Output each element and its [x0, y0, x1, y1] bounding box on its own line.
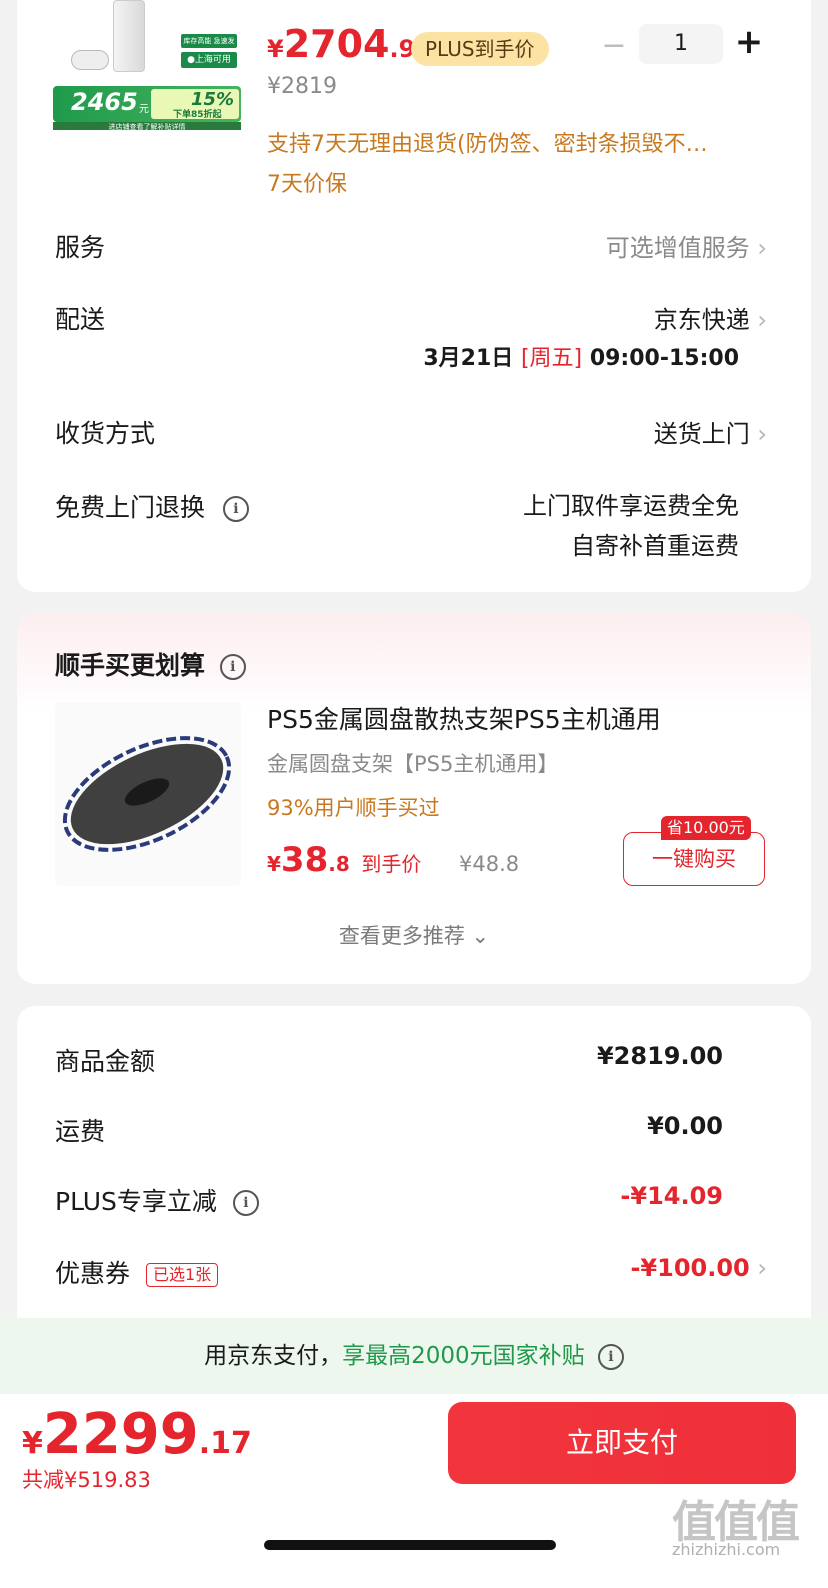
- currency-symbol: ¥: [267, 35, 284, 63]
- addon-buy-button[interactable]: 一键购买: [623, 832, 765, 886]
- stand-illustration: [62, 736, 232, 852]
- summary-card: 商品金额 ¥2819.00 运费 ¥0.00 PLUS专享立减 i -¥14.0…: [17, 1006, 811, 1336]
- info-icon: i: [597, 1343, 624, 1370]
- coupon-row[interactable]: -¥100.00 ›: [630, 1254, 767, 1282]
- product-card: 库存高能 急速发货 ●上海可用 2465 元 15% 下单85折起 进店铺查看了…: [17, 0, 811, 592]
- addon-more-link[interactable]: 查看更多推荐 ⌄: [17, 920, 811, 950]
- total-price: ¥2299.17: [22, 1402, 252, 1467]
- chevron-right-icon: ›: [757, 234, 767, 262]
- addon-image[interactable]: [55, 702, 241, 886]
- thumb-tag-stock: 库存高能 急速发货: [181, 34, 237, 59]
- shipping-label: 运费: [55, 1117, 106, 1146]
- total-saved: 共减¥519.83: [22, 1468, 151, 1492]
- addon-price-dec: .8: [328, 852, 350, 876]
- chevron-right-icon: ›: [757, 306, 767, 334]
- addon-spec: 金属圆盘支架【PS5主机通用】: [267, 752, 559, 776]
- coupon-label: 优惠券 已选1张: [55, 1254, 219, 1290]
- chevron-right-icon: ›: [757, 1254, 767, 1282]
- delivery-time: 3月21日 [周五] 09:00-15:00: [423, 340, 739, 372]
- original-price: ¥2819: [267, 74, 337, 99]
- qty-minus-button[interactable]: −: [599, 28, 629, 63]
- total-currency: ¥: [22, 1426, 43, 1461]
- addon-name[interactable]: PS5金属圆盘散热支架PS5主机通用: [267, 700, 661, 736]
- addon-bought-rate: 93%用户顺手买过: [267, 796, 440, 820]
- info-icon[interactable]: i: [232, 1190, 259, 1216]
- checkout-footer: ¥2299.17 共减¥519.83 立即支付 值值值 zhizhizhi.co…: [0, 1394, 828, 1588]
- delivery-weekday: [周五]: [520, 346, 583, 371]
- product-thumbnail[interactable]: 库存高能 急速发货 ●上海可用 2465 元 15% 下单85折起 进店铺查看了…: [53, 0, 243, 130]
- addon-original-price: ¥48.8: [459, 852, 520, 876]
- delivery-window: 09:00-15:00: [589, 346, 739, 371]
- currency-symbol: ¥: [267, 852, 281, 876]
- addon-price-suffix: 到手价: [361, 852, 422, 876]
- total-integer: 2299: [42, 1402, 199, 1467]
- watermark-site: zhizhizhi.com: [672, 1540, 781, 1559]
- price-integer: 2704: [283, 22, 390, 66]
- national-subsidy-box: 15% 下单85折起: [151, 89, 239, 120]
- console-image: [113, 0, 145, 72]
- return-policy[interactable]: 支持7天无理由退货(防伪签、密封条损毁不…: [267, 126, 737, 158]
- chevron-down-icon: ⌄: [471, 924, 490, 948]
- goods-amount-label: 商品金额: [55, 1047, 156, 1076]
- home-indicator: [264, 1540, 556, 1550]
- quantity-input[interactable]: 1: [639, 24, 723, 64]
- info-icon[interactable]: i: [219, 654, 246, 680]
- banner-prefix: 用京东支付，: [204, 1343, 343, 1369]
- addon-more-text: 查看更多推荐: [338, 924, 465, 948]
- chevron-right-icon: ›: [757, 420, 767, 448]
- subsidy-bar: 2465 元 15% 下单85折起: [53, 86, 241, 122]
- location-icon: ●: [187, 55, 195, 65]
- coupon-value: -¥100.00: [630, 1254, 750, 1282]
- coupon-badge: 已选1张: [145, 1263, 219, 1287]
- goods-amount-value: ¥2819.00: [596, 1042, 723, 1070]
- subsidy-banner[interactable]: 用京东支付，享最高2000元国家补贴 i: [0, 1318, 828, 1394]
- receive-row[interactable]: 送货上门 ›: [654, 414, 767, 449]
- delivery-label: 配送: [55, 305, 106, 334]
- price-protect: 7天价保: [267, 172, 347, 197]
- receive-value: 送货上门: [653, 420, 750, 448]
- addon-save-badge: 省10.00元: [661, 816, 751, 840]
- free-return-label: 免费上门退换 i: [55, 488, 249, 524]
- info-icon[interactable]: i: [222, 496, 249, 522]
- subsidy-amount: 2465: [71, 88, 138, 116]
- plus-discount-value: -¥14.09: [620, 1182, 723, 1210]
- banner-highlight: 享最高2000元国家补贴: [342, 1343, 585, 1369]
- addon-price-int: 38: [280, 840, 329, 880]
- thumb-tag-shanghai-text: 上海可用: [194, 55, 231, 65]
- pay-now-button[interactable]: 立即支付: [448, 1402, 796, 1484]
- subsidy-unit: 元: [139, 104, 149, 115]
- addon-title: 顺手买更划算 i: [55, 646, 246, 682]
- qty-plus-button[interactable]: +: [731, 22, 767, 62]
- service-value: 可选增值服务: [605, 234, 750, 262]
- service-label: 服务: [55, 233, 106, 262]
- total-decimal: .17: [198, 1426, 252, 1461]
- controller-image: [71, 50, 109, 70]
- product-price: ¥2704.91: [267, 22, 432, 66]
- delivery-value: 京东快递: [653, 306, 750, 334]
- shipping-value: ¥0.00: [647, 1112, 723, 1140]
- free-return-text: 免费上门退换: [55, 493, 206, 522]
- plus-discount-text: PLUS专享立减: [55, 1187, 217, 1216]
- delivery-row[interactable]: 京东快递 ›: [654, 300, 767, 335]
- addon-price: ¥38.8 到手价: [267, 840, 421, 880]
- receive-label: 收货方式: [55, 419, 156, 448]
- coupon-text: 优惠券: [55, 1259, 131, 1288]
- addon-title-text: 顺手买更划算: [55, 651, 206, 680]
- free-return-line2: 自寄补首重运费: [571, 532, 739, 560]
- thumb-tag-shanghai: ●上海可用: [181, 52, 237, 68]
- plus-price-badge: PLUS到手价: [411, 32, 549, 66]
- national-discount-sub: 下单85折起: [173, 110, 222, 120]
- free-return-line1: 上门取件享运费全免: [523, 492, 739, 520]
- addon-card: 顺手买更划算 i PS5金属圆盘散热支架PS5主机通用 金属圆盘支架【PS5主机…: [17, 614, 811, 984]
- service-row[interactable]: 可选增值服务 ›: [606, 228, 767, 263]
- plus-discount-label: PLUS专享立减 i: [55, 1182, 259, 1218]
- thumb-caption: 进店铺查看了解补贴详情: [53, 122, 241, 130]
- delivery-date: 3月21日: [423, 346, 514, 371]
